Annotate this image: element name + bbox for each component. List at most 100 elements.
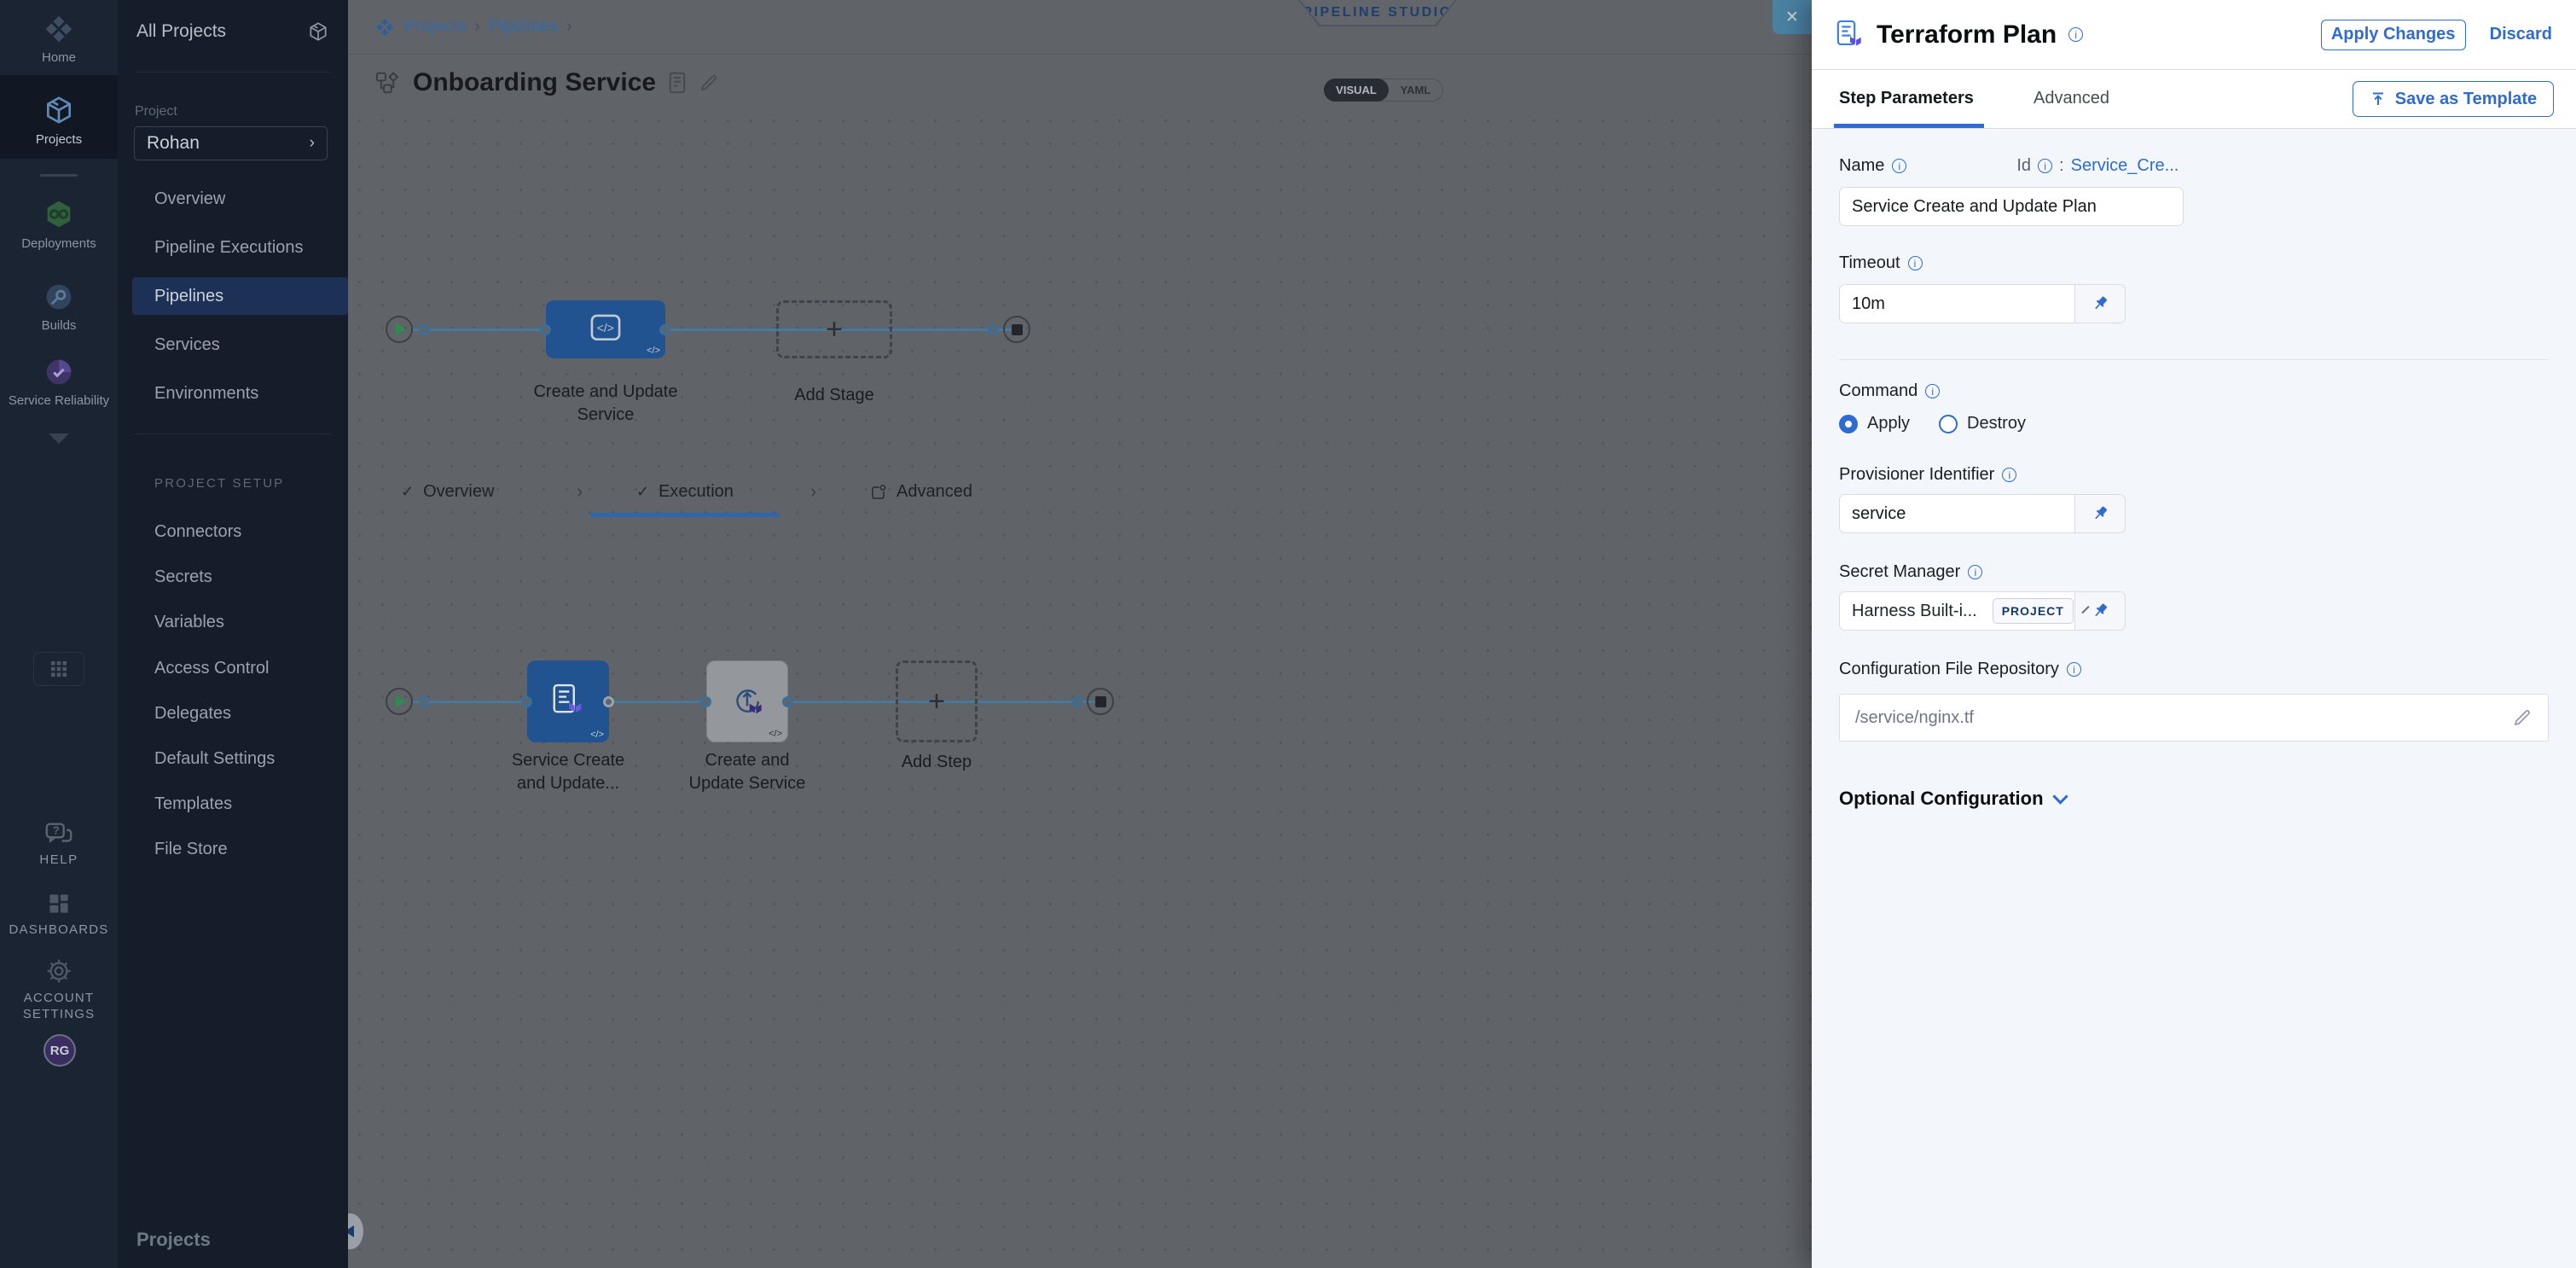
nav-item-pipelines[interactable]: Pipelines (154, 287, 223, 306)
play-icon (396, 695, 406, 707)
nav-item-file-store[interactable]: File Store (154, 840, 228, 859)
provisioner-identifier-input[interactable] (1839, 494, 2074, 533)
add-step-label[interactable]: Add Step (864, 751, 1009, 774)
chevron-right-icon: › (310, 134, 315, 153)
code-badge: </> (769, 729, 782, 739)
rail-label: Home (42, 50, 76, 67)
drawer-close-button[interactable]: ✕ (1772, 0, 1812, 34)
rail-label: Builds (42, 318, 77, 334)
tab-execution[interactable]: ✓Execution (636, 482, 734, 502)
rail-item-account-settings[interactable]: ACCOUNTSETTINGS (0, 957, 118, 1023)
project-selector[interactable]: Rohan › (134, 126, 328, 160)
apply-changes-button[interactable]: Apply Changes (2321, 20, 2466, 50)
nav-item-variables[interactable]: Variables (154, 613, 224, 632)
step-id-value[interactable]: Service_Cre... (2071, 156, 2179, 176)
pipeline-title: Onboarding Service (413, 68, 656, 97)
nav-item-access-control[interactable]: Access Control (154, 659, 270, 678)
rail-item-builds[interactable]: Builds (0, 282, 118, 334)
nav-item-connectors[interactable]: Connectors (154, 522, 241, 542)
radio-selected-icon (1839, 415, 1858, 433)
all-projects-label[interactable]: All Projects (136, 21, 226, 42)
connector-port (419, 324, 430, 335)
rail-item-projects[interactable]: Projects (0, 75, 118, 159)
visual-yaml-toggle[interactable]: VISUAL YAML (1324, 79, 1443, 102)
rail-collapse-chevron-icon[interactable] (49, 433, 69, 444)
tab-overview[interactable]: ✓Overview (401, 482, 494, 502)
configuration-file-repository-label: Configuration File Repository (1839, 660, 2059, 679)
nav-item-templates[interactable]: Templates (154, 794, 232, 814)
upload-icon (2370, 90, 2387, 108)
edit-pencil-icon[interactable] (699, 73, 719, 93)
stage-node-label[interactable]: Create and Update Service (533, 381, 678, 427)
tab-advanced[interactable]: Advanced (870, 482, 972, 502)
add-stage-label[interactable]: Add Stage (762, 384, 907, 407)
radio-unselected-icon (1939, 415, 1958, 433)
gear-icon (45, 957, 73, 985)
rail-item-dashboards[interactable]: DASHBOARDS (0, 891, 118, 939)
rail-label: DASHBOARDS (9, 922, 108, 939)
rail-item-help[interactable]: ? HELP (0, 821, 118, 869)
timeout-runtime-pin-button[interactable] (2074, 284, 2126, 323)
info-icon[interactable] (2002, 468, 2016, 482)
nav-item-default-settings[interactable]: Default Settings (154, 749, 275, 769)
optional-configuration-toggle[interactable]: Optional Configuration (1839, 788, 2066, 810)
configuration-file-repository-field[interactable]: /service/nginx.tf (1839, 694, 2549, 742)
timeout-input[interactable] (1839, 284, 2074, 323)
secret-manager-select[interactable]: Harness Built-i... PROJECT (1839, 591, 2074, 631)
drawer-tabbar: Step Parameters Advanced Save as Templat… (1812, 70, 2576, 129)
step-node-terraform-apply[interactable]: </> (706, 660, 788, 742)
nav-item-delegates[interactable]: Delegates (154, 704, 231, 724)
tab-advanced[interactable]: Advanced (2034, 89, 2109, 108)
edit-pencil-icon[interactable] (2512, 707, 2532, 728)
discard-button[interactable]: Discard (2490, 25, 2552, 44)
info-icon[interactable] (2038, 159, 2052, 173)
radio-destroy[interactable]: Destroy (1939, 414, 2026, 433)
info-icon[interactable] (2067, 662, 2081, 677)
nav-item-environments[interactable]: Environments (154, 384, 258, 404)
stage-node-create-update-service[interactable]: </> </> (546, 300, 665, 358)
pipeline-canvas: Projects › Pipelines › Onboarding Servic… (348, 0, 1812, 1268)
radio-apply[interactable]: Apply (1839, 414, 1910, 433)
nav-item-services[interactable]: Services (154, 335, 220, 355)
tab-step-parameters[interactable]: Step Parameters (1839, 89, 1974, 108)
notes-icon[interactable] (668, 72, 687, 94)
rail-label: Service Reliability (9, 393, 109, 410)
name-label: Name (1839, 156, 1884, 176)
terraform-apply-icon (728, 682, 767, 721)
info-icon[interactable] (2068, 27, 2083, 42)
play-icon (396, 323, 406, 335)
breadcrumb-projects[interactable]: Projects (404, 17, 466, 37)
toggle-visual[interactable]: VISUAL (1324, 79, 1389, 102)
secret-manager-value: Harness Built-i... (1852, 602, 1977, 621)
info-icon[interactable] (1908, 256, 1923, 270)
cube-icon[interactable] (307, 20, 329, 43)
nav-item-overview[interactable]: Overview (154, 189, 225, 209)
nav-item-pipeline-executions[interactable]: Pipeline Executions (154, 238, 304, 258)
user-avatar[interactable]: RG (44, 1034, 76, 1067)
breadcrumb-pipelines[interactable]: Pipelines (489, 17, 558, 37)
step-node-label[interactable]: Create and Update Service (679, 749, 815, 795)
plus-icon: + (928, 685, 945, 718)
info-icon[interactable] (1892, 159, 1906, 173)
add-step-node[interactable]: + (896, 660, 978, 742)
rail-item-service-reliability[interactable]: Service Reliability (0, 357, 118, 410)
add-stage-node[interactable]: + (776, 300, 892, 358)
nav-item-secrets[interactable]: Secrets (154, 567, 212, 587)
provisioner-runtime-pin-button[interactable] (2074, 494, 2126, 533)
name-input[interactable] (1839, 187, 2184, 226)
step-node-label[interactable]: Service Create and Update... (504, 749, 632, 795)
rail-apps-button[interactable] (33, 652, 84, 686)
module-rail: Home Projects Deployments Builds Service… (0, 0, 118, 1268)
command-label: Command (1839, 381, 1917, 401)
rail-item-deployments[interactable]: Deployments (0, 198, 118, 253)
step-node-terraform-plan-selected[interactable]: </> (527, 660, 609, 742)
rail-label: Deployments (21, 236, 96, 253)
pipeline-graph-icon (375, 70, 401, 96)
connector-port (659, 324, 670, 335)
dashboards-icon (46, 891, 72, 916)
info-icon[interactable] (1925, 384, 1940, 398)
rail-item-home[interactable]: Home (0, 14, 118, 67)
toggle-yaml[interactable]: YAML (1389, 84, 1442, 96)
info-icon[interactable] (1968, 565, 1982, 579)
save-as-template-button[interactable]: Save as Template (2353, 81, 2554, 117)
